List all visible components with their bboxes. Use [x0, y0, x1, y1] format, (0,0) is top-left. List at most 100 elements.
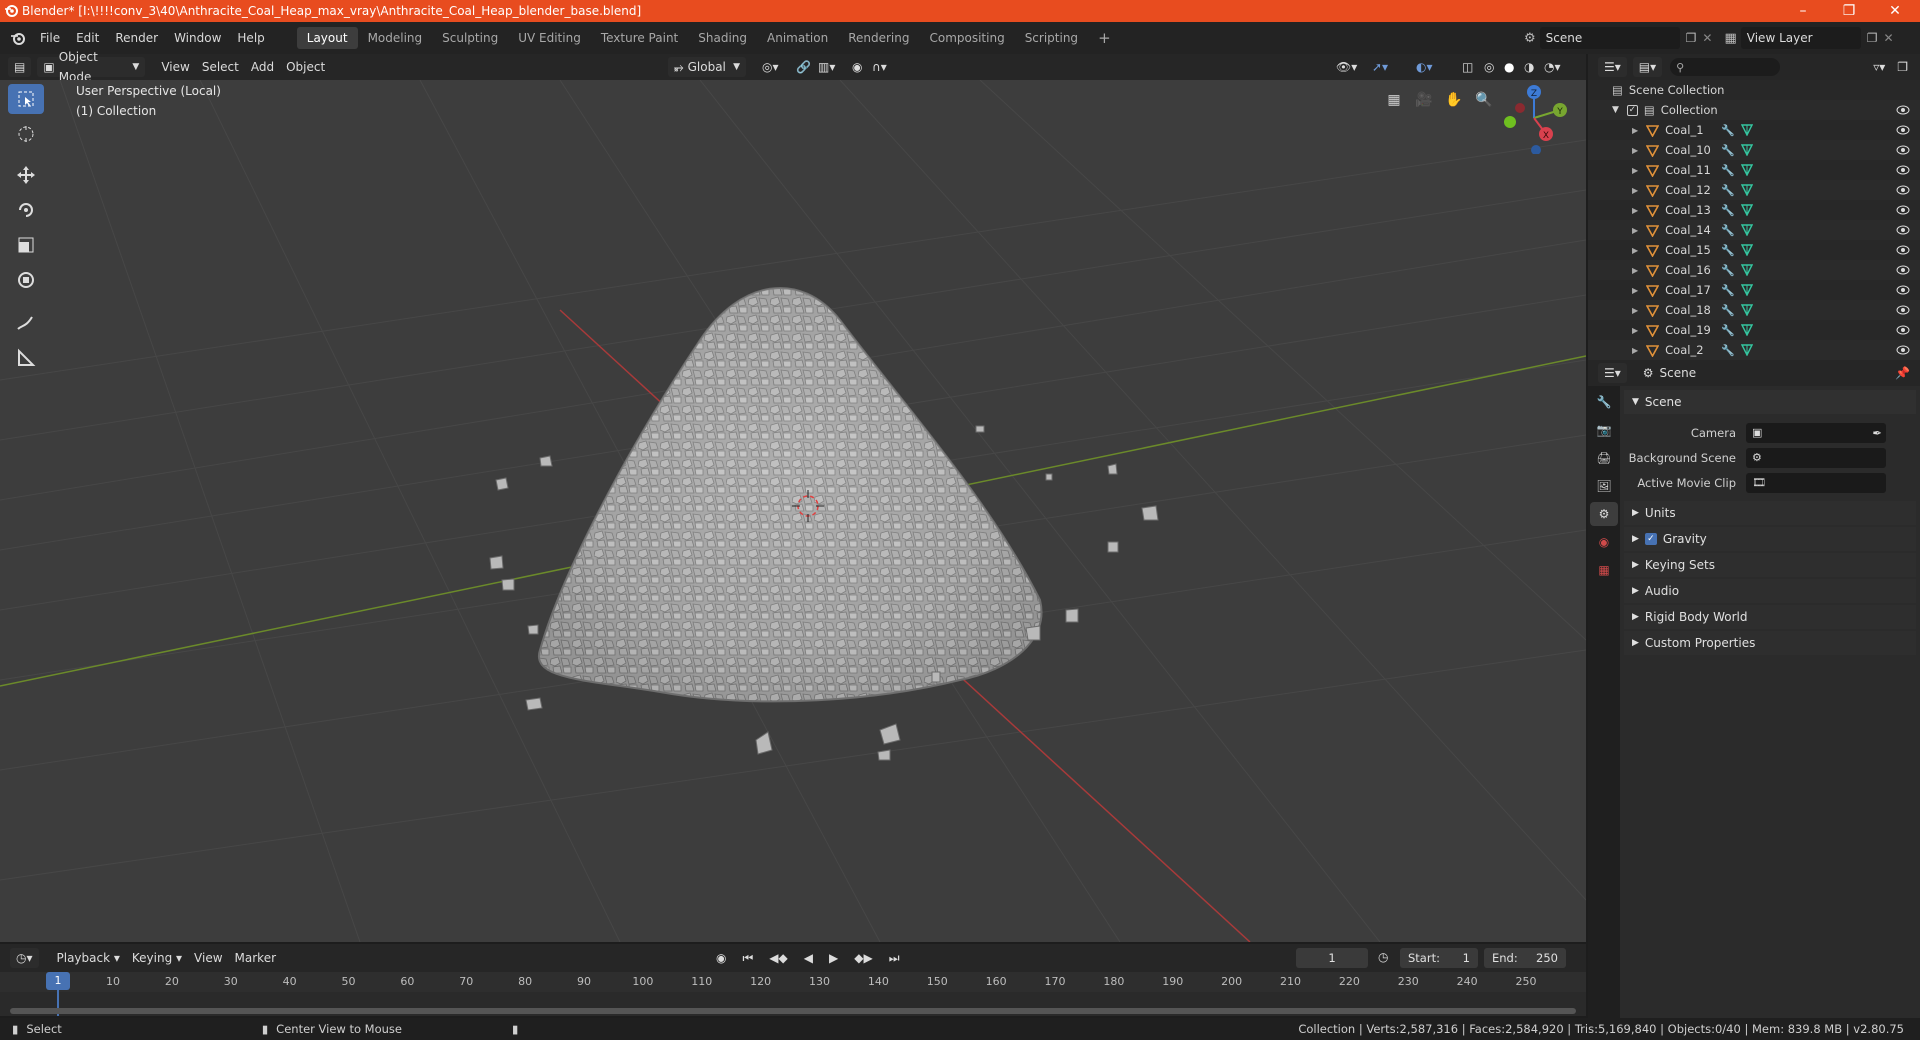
timeline-area[interactable]: 10 20 30 40 50 60 70 80 90 100 110 120 130 140 150 160 1…: [0, 972, 1586, 1016]
maximize-button[interactable]: ❐: [1826, 0, 1872, 22]
current-frame-field[interactable]: 1: [1296, 948, 1368, 968]
expand-arrow-icon[interactable]: ▶: [1632, 226, 1638, 235]
mesh-data-icon[interactable]: [1740, 264, 1753, 276]
minimize-button[interactable]: –: [1780, 0, 1826, 22]
output-tab-icon[interactable]: 🖨: [1590, 446, 1618, 470]
expand-arrow-icon[interactable]: ▶: [1632, 346, 1638, 355]
delete-view-layer-icon[interactable]: ✕: [1884, 31, 1894, 45]
scene-tab-icon[interactable]: ⚙: [1590, 502, 1618, 526]
mesh-data-icon[interactable]: [1740, 224, 1753, 236]
coal-heap-mesh[interactable]: [537, 287, 1043, 703]
eye-icon[interactable]: [1896, 223, 1910, 237]
tab-compositing[interactable]: Compositing: [919, 27, 1014, 49]
annotate-tool-icon[interactable]: [8, 308, 44, 338]
move-tool-icon[interactable]: [8, 160, 44, 190]
scene-collection-row[interactable]: ▤ Scene Collection: [1588, 80, 1920, 100]
pan-hand-icon[interactable]: ✋: [1440, 86, 1468, 114]
outliner-object-row[interactable]: ▶ Coal_15 🔧: [1588, 240, 1920, 260]
menu-keying[interactable]: Keying ▾: [126, 948, 188, 968]
filter-icon[interactable]: ▿▾: [1867, 57, 1891, 77]
mesh-data-icon[interactable]: [1740, 144, 1753, 156]
end-frame-field[interactable]: End: 250: [1484, 948, 1566, 968]
timeline-scrollbar[interactable]: [10, 1008, 1576, 1014]
menu-view[interactable]: View: [155, 57, 195, 77]
view-layer-selector[interactable]: View Layer: [1740, 27, 1861, 49]
cursor-tool-icon[interactable]: [8, 119, 44, 149]
expand-arrow-icon[interactable]: ▶: [1632, 326, 1638, 335]
collapse-arrow-icon[interactable]: ▼: [1612, 105, 1619, 115]
menu-add[interactable]: Add: [245, 57, 280, 77]
playhead-frame[interactable]: 1: [46, 972, 70, 990]
keying-sets-panel-header[interactable]: ▶ Keying Sets: [1624, 553, 1916, 577]
background-scene-field[interactable]: ⚙: [1746, 447, 1886, 468]
eye-icon[interactable]: [1896, 183, 1910, 197]
world-tab-icon[interactable]: ◉: [1590, 530, 1618, 554]
pin-icon[interactable]: 📌: [1895, 366, 1910, 380]
menu-playback[interactable]: Playback ▾: [51, 948, 126, 968]
overlay-toggle-icon[interactable]: ◐▾: [1410, 57, 1439, 77]
eye-icon[interactable]: [1896, 203, 1910, 217]
texture-tab-icon[interactable]: ▦: [1590, 558, 1618, 582]
menu-timeline-view[interactable]: View: [188, 948, 228, 968]
outliner-search-input[interactable]: ⚲: [1670, 58, 1781, 76]
3d-viewport[interactable]: User Perspective (Local) (1) Collection …: [0, 80, 1586, 942]
mesh-data-icon[interactable]: [1740, 204, 1753, 216]
modifier-wrench-icon[interactable]: 🔧: [1721, 284, 1735, 297]
measure-tool-icon[interactable]: [8, 343, 44, 373]
new-collection-icon[interactable]: ❐: [1891, 57, 1914, 77]
modifier-wrench-icon[interactable]: 🔧: [1721, 164, 1735, 177]
render-tab-icon[interactable]: 📷: [1590, 418, 1618, 442]
frame-ruler[interactable]: 10 20 30 40 50 60 70 80 90 100 110 120 130 140 150 160 1…: [0, 972, 1586, 992]
start-frame-field[interactable]: Start: 1: [1400, 948, 1478, 968]
rigid-body-world-panel-header[interactable]: ▶ Rigid Body World: [1624, 605, 1916, 629]
mesh-data-icon[interactable]: [1740, 324, 1753, 336]
gizmo-toggle-icon[interactable]: ➚▾: [1366, 57, 1394, 77]
eye-icon[interactable]: [1896, 323, 1910, 337]
tab-animation[interactable]: Animation: [757, 27, 838, 49]
scale-tool-icon[interactable]: [8, 230, 44, 260]
rotate-tool-icon[interactable]: [8, 195, 44, 225]
mode-selector[interactable]: ▣ Object Mode ▼: [37, 50, 146, 84]
eyedropper-icon[interactable]: ✒: [1872, 426, 1882, 440]
expand-arrow-icon[interactable]: ▶: [1632, 286, 1638, 295]
falloff-icon[interactable]: ∩▾: [866, 57, 893, 77]
properties-editor-type-icon[interactable]: ☰▾: [1598, 363, 1627, 383]
expand-arrow-icon[interactable]: ▶: [1632, 126, 1638, 135]
mesh-data-icon[interactable]: [1740, 244, 1753, 256]
menu-edit[interactable]: Edit: [68, 27, 107, 49]
record-icon[interactable]: ◉: [710, 948, 732, 968]
rendered-shading-icon[interactable]: ◔▾: [1538, 57, 1567, 77]
pivot-icon[interactable]: ◎▾: [756, 57, 785, 77]
transform-tool-icon[interactable]: [8, 265, 44, 295]
modifier-wrench-icon[interactable]: 🔧: [1721, 344, 1735, 357]
tab-sculpting[interactable]: Sculpting: [432, 27, 508, 49]
new-view-layer-icon[interactable]: ❐: [1867, 31, 1878, 45]
orientation-selector[interactable]: ⥵ Global ▼: [668, 57, 746, 77]
menu-window[interactable]: Window: [166, 27, 229, 49]
expand-arrow-icon[interactable]: ▶: [1632, 166, 1638, 175]
menu-file[interactable]: File: [32, 27, 68, 49]
eye-icon[interactable]: [1896, 163, 1910, 177]
outliner-object-row[interactable]: ▶ Coal_1 🔧: [1588, 120, 1920, 140]
jump-end-icon[interactable]: ⏭: [883, 948, 906, 968]
menu-object[interactable]: Object: [280, 57, 331, 77]
play-icon[interactable]: ▶: [823, 948, 844, 968]
outliner-object-row[interactable]: ▶ Coal_10 🔧: [1588, 140, 1920, 160]
outliner-object-row[interactable]: ▶ Coal_13 🔧: [1588, 200, 1920, 220]
modifier-wrench-icon[interactable]: 🔧: [1721, 304, 1735, 317]
modifier-wrench-icon[interactable]: 🔧: [1721, 184, 1735, 197]
close-button[interactable]: ✕: [1872, 0, 1918, 22]
active-movie-clip-field[interactable]: 🎞: [1746, 472, 1886, 493]
eye-icon[interactable]: [1896, 343, 1910, 357]
units-panel-header[interactable]: ▶ Units: [1624, 501, 1916, 525]
gravity-checkbox[interactable]: ✓: [1644, 533, 1657, 545]
mesh-data-icon[interactable]: [1740, 164, 1753, 176]
mesh-data-icon[interactable]: [1740, 184, 1753, 196]
snap-target-icon[interactable]: ▥▾: [812, 57, 841, 77]
gravity-panel-header[interactable]: ▶ ✓ Gravity: [1624, 527, 1916, 551]
mesh-data-icon[interactable]: [1740, 344, 1753, 356]
menu-select[interactable]: Select: [196, 57, 245, 77]
custom-properties-panel-header[interactable]: ▶ Custom Properties: [1624, 631, 1916, 655]
delete-scene-icon[interactable]: ✕: [1702, 31, 1712, 45]
modifier-wrench-icon[interactable]: 🔧: [1721, 324, 1735, 337]
